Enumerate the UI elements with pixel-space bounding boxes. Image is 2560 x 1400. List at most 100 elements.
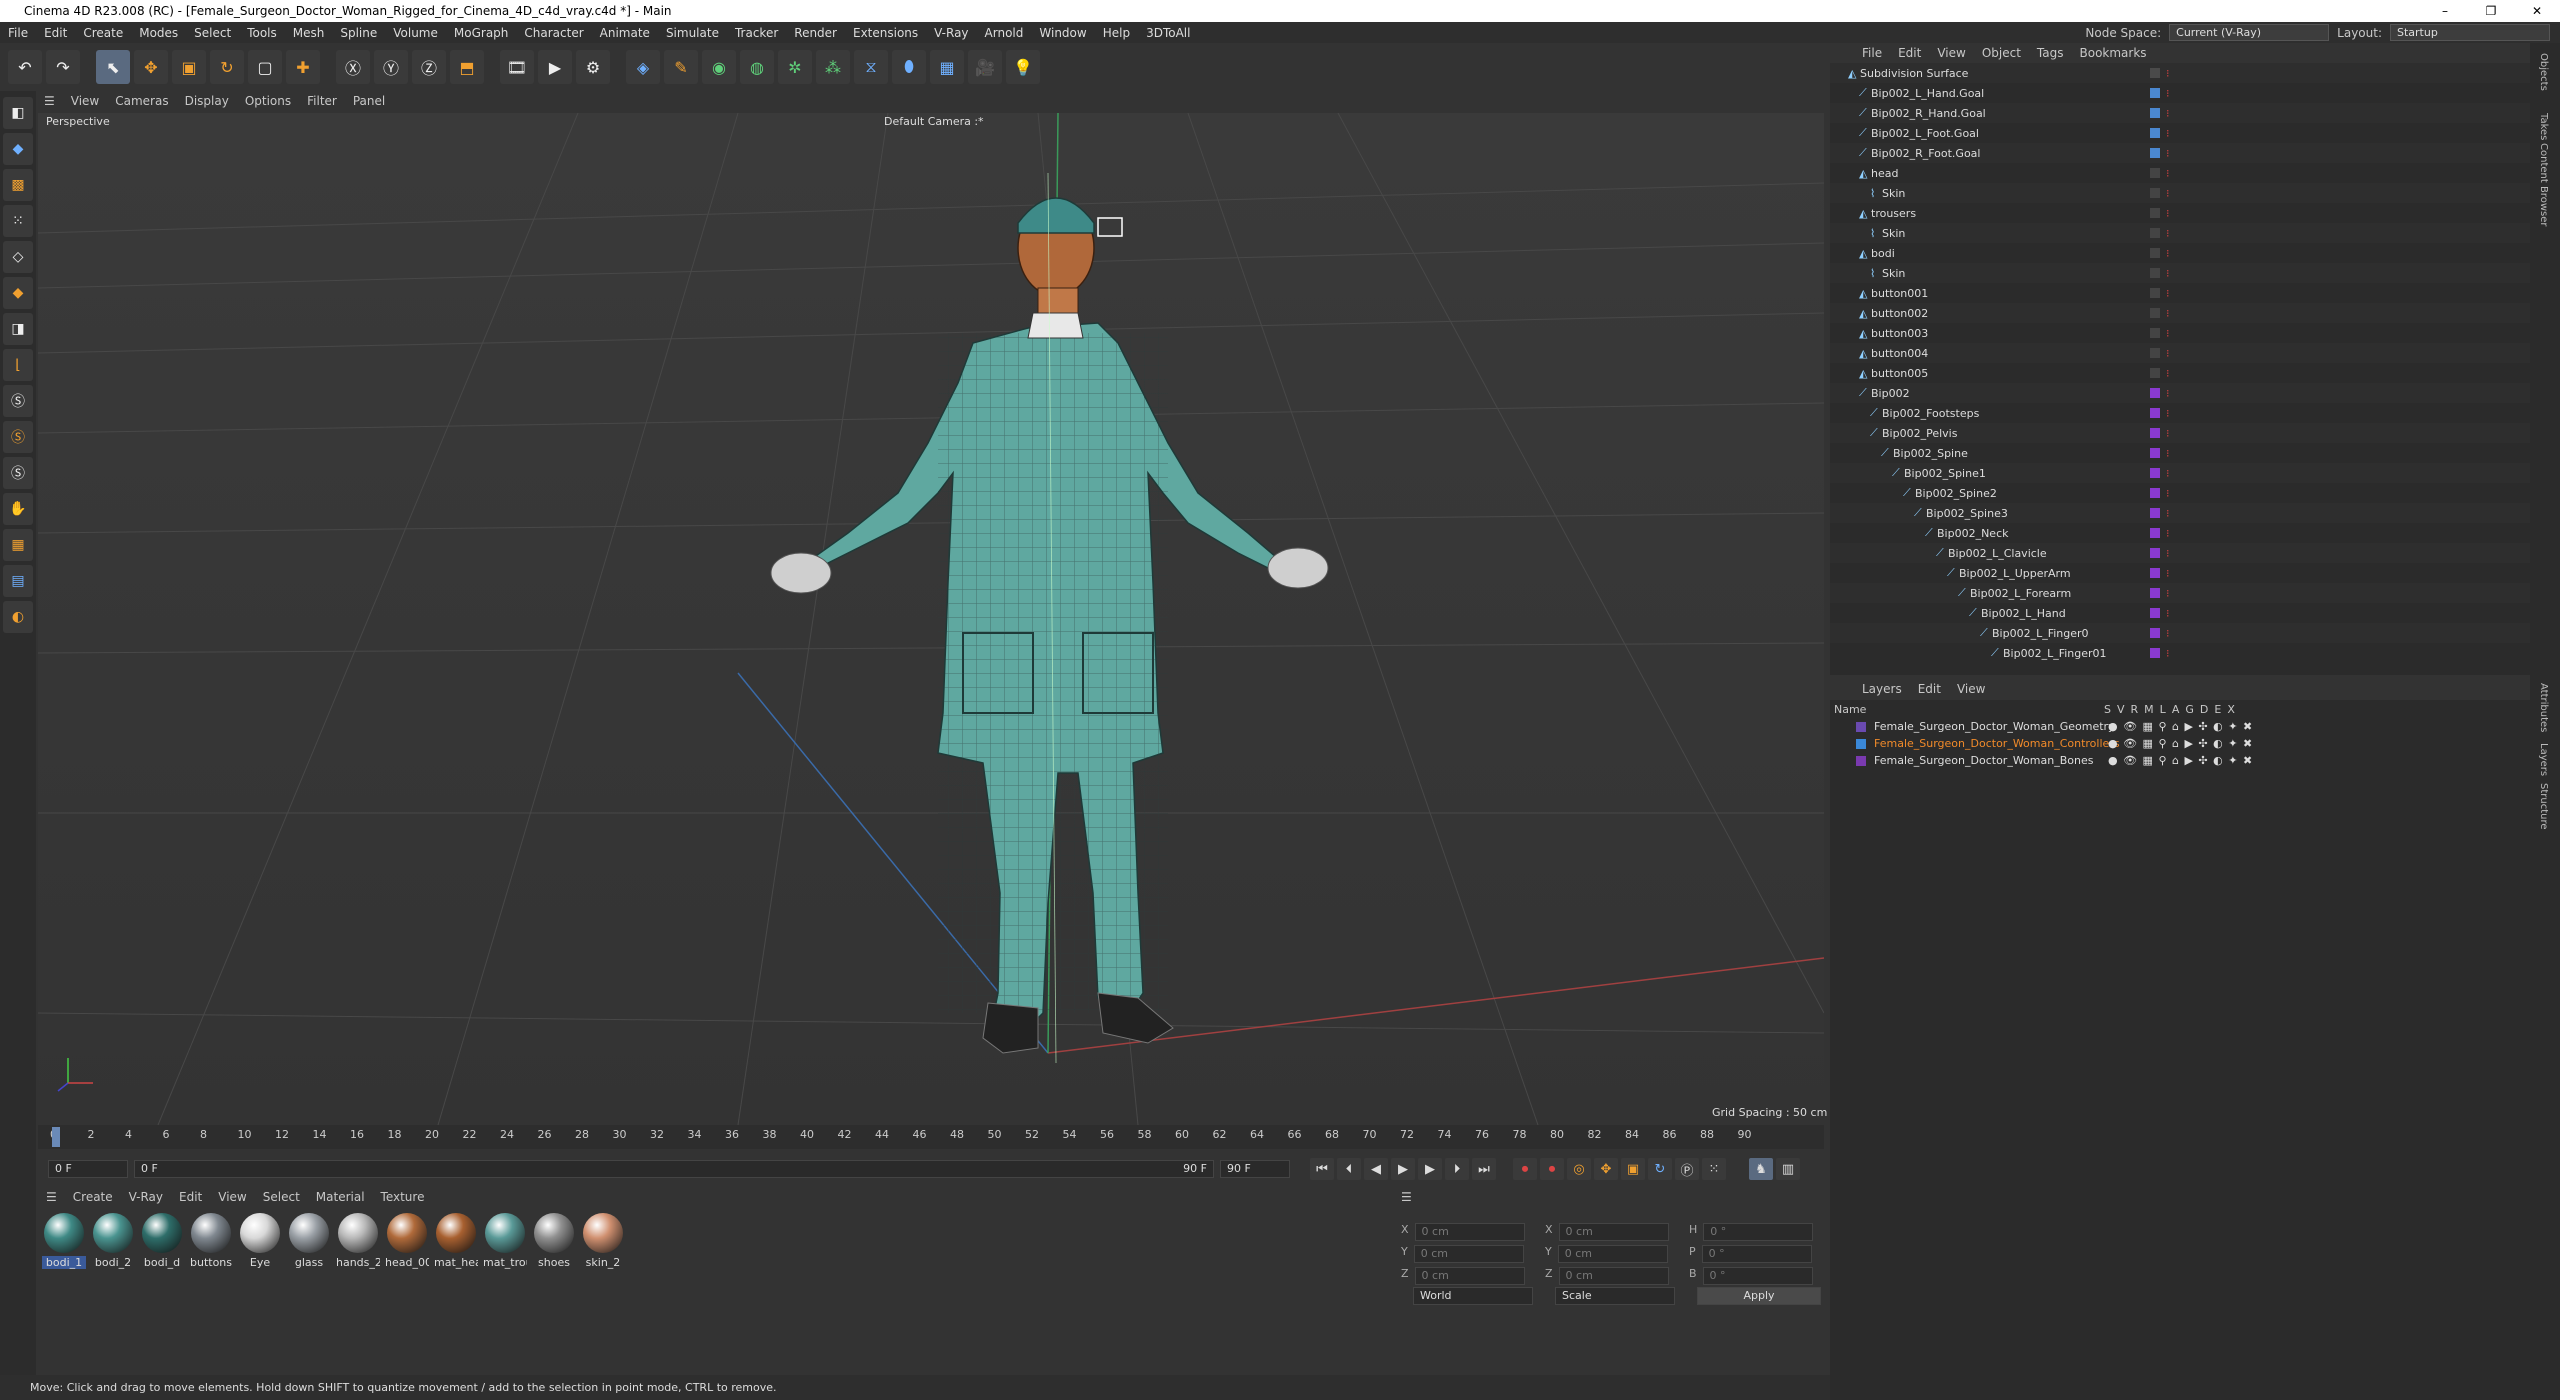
object-menu-tags[interactable]: Tags [2029,46,2072,60]
object-row[interactable]: ⟋ Bip002 ⁝ [1830,383,2530,403]
visibility-dots[interactable]: ⁝ [2166,627,2170,640]
next-frame-icon[interactable]: ▶ [1418,1158,1442,1180]
node-space-dropdown[interactable]: Current (V-Ray) [2169,24,2330,41]
coord-value-field[interactable]: 0 cm [1558,1223,1669,1241]
material-menu-v-ray[interactable]: V-Ray [121,1190,171,1204]
axis-mode-icon[interactable]: ◨ [3,313,33,345]
redo-icon[interactable]: ↷ [46,50,80,84]
xray-icon[interactable]: ◐ [3,601,33,633]
object-row[interactable]: ◭ bodi ⁝ [1830,243,2530,263]
layer-row[interactable]: Female_Surgeon_Doctor_Woman_Bones ● 👁 ▦ ⚲… [1830,752,2530,769]
visibility-dots[interactable]: ⁝ [2166,307,2170,320]
coord-value-field[interactable]: 0 ° [1702,1267,1813,1285]
coord-value-field[interactable]: 0 cm [1557,1245,1668,1263]
material-menu-material[interactable]: Material [308,1190,373,1204]
menu-volume[interactable]: Volume [385,26,446,40]
menu-modes[interactable]: Modes [131,26,186,40]
field-icon[interactable]: ⬮ [892,50,926,84]
snap-icon[interactable]: Ⓢ [3,385,33,417]
menu-create[interactable]: Create [75,26,131,40]
layer-toggle-icons[interactable]: ● 👁 ▦ ⚲ ⌂ ▶ ✣ ◐ ✦ ✖ [2108,720,2253,733]
timeline-window-icon[interactable]: ▥ [1776,1158,1800,1180]
object-row[interactable]: ◭ button004 ⁝ [1830,343,2530,363]
object-row[interactable]: ◭ button003 ⁝ [1830,323,2530,343]
menu-help[interactable]: Help [1095,26,1138,40]
visibility-dots[interactable]: ⁝ [2166,387,2170,400]
visibility-dots[interactable]: ⁝ [2166,507,2170,520]
viewport-menu-icon[interactable]: ☰ [36,94,63,108]
visibility-dots[interactable]: ⁝ [2166,587,2170,600]
coord-value-field[interactable]: 0 cm [1414,1223,1525,1241]
floor-icon[interactable]: ▦ [930,50,964,84]
side-tab-layers[interactable]: Layers [2538,743,2549,776]
layer-toggle-icons[interactable]: ● 👁 ▦ ⚲ ⌂ ▶ ✣ ◐ ✦ ✖ [2108,737,2253,750]
menu-3dtoall[interactable]: 3DToAll [1138,26,1198,40]
material-swatch[interactable]: bodi_2 [91,1213,135,1269]
maximize-button[interactable]: ❐ [2468,0,2514,22]
visibility-dots[interactable]: ⁝ [2166,287,2170,300]
render-settings-icon[interactable]: ⚙ [576,50,610,84]
render-view-icon[interactable]: ▶ [538,50,572,84]
select-tool-icon[interactable]: ⬉ [96,50,130,84]
coord-value-field[interactable]: 0 ° [1703,1223,1814,1241]
cloner-icon[interactable]: ✲ [778,50,812,84]
side-tab-objects[interactable]: Objects [2538,53,2549,91]
menu-window[interactable]: Window [1031,26,1094,40]
side-tab-takes[interactable]: Takes [2538,113,2549,140]
layer-row[interactable]: Female_Surgeon_Doctor_Woman_Controllers ●… [1830,735,2530,752]
object-row[interactable]: ⌇ Skin ⁝ [1830,183,2530,203]
menu-arnold[interactable]: Arnold [977,26,1032,40]
object-row[interactable]: ⟋ Bip002_L_UpperArm ⁝ [1830,563,2530,583]
visibility-dots[interactable]: ⁝ [2166,647,2170,660]
record-icon[interactable]: ⏺ [1513,1158,1537,1180]
timeline-ruler[interactable]: 0246810121416182022242628303234363840424… [38,1125,1824,1149]
object-row[interactable]: ⟋ Bip002_L_Clavicle ⁝ [1830,543,2530,563]
material-menu-texture[interactable]: Texture [373,1190,433,1204]
auto-key-icon[interactable]: ⏺ [1540,1158,1564,1180]
material-swatch[interactable]: head_00 [385,1213,429,1269]
visibility-dots[interactable]: ⁝ [2166,367,2170,380]
goto-start-icon[interactable]: ⏮ [1310,1158,1334,1180]
object-row[interactable]: ⟋ Bip002_L_Foot.Goal ⁝ [1830,123,2530,143]
lock-icon[interactable]: ✋ [3,493,33,525]
rotate-tool-icon[interactable]: ↻ [210,50,244,84]
layer-color-swatch[interactable] [1856,738,1866,749]
prev-frame-icon[interactable]: ◀ [1364,1158,1388,1180]
object-row[interactable]: ◭ button001 ⁝ [1830,283,2530,303]
array-icon[interactable]: ◍ [740,50,774,84]
object-menu-file[interactable]: File [1854,46,1890,60]
make-editable-icon[interactable]: ◧ [3,97,33,129]
render-region-icon[interactable]: 🎞 [500,50,534,84]
material-menu-view[interactable]: View [210,1190,254,1204]
side-tab-content-browser[interactable]: Content Browser [2538,143,2549,226]
material-swatch[interactable]: glass [287,1213,331,1269]
material-swatch[interactable]: buttons [189,1213,233,1269]
motion-system-icon[interactable]: ♞ [1749,1158,1773,1180]
menu-mograph[interactable]: MoGraph [446,26,517,40]
points-mode-icon[interactable]: ⁙ [3,205,33,237]
last-tool-icon[interactable]: ▢ [248,50,282,84]
menu-file[interactable]: File [0,26,36,40]
visibility-dots[interactable]: ⁝ [2166,407,2170,420]
key-pla-icon[interactable]: ⁙ [1702,1158,1726,1180]
coord-value-field[interactable]: 0 cm [1558,1267,1669,1285]
menu-mesh[interactable]: Mesh [285,26,333,40]
material-swatch[interactable]: skin_2 [581,1213,625,1269]
visibility-dots[interactable]: ⁝ [2166,207,2170,220]
object-row[interactable]: ◭ trousers ⁝ [1830,203,2530,223]
object-row[interactable]: ◭ head ⁝ [1830,163,2530,183]
menu-render[interactable]: Render [786,26,845,40]
visibility-dots[interactable]: ⁝ [2166,567,2170,580]
menu-spline[interactable]: Spline [332,26,385,40]
object-row[interactable]: ⟋ Bip002_L_Finger01 ⁝ [1830,643,2530,663]
z-axis-icon[interactable]: Ⓩ [412,50,446,84]
camera-icon[interactable]: 🎥 [968,50,1002,84]
material-swatch[interactable]: bodi_1 [42,1213,86,1269]
layer-toggle-icons[interactable]: ● 👁 ▦ ⚲ ⌂ ▶ ✣ ◐ ✦ ✖ [2108,754,2253,767]
material-swatch[interactable]: hands_2 [336,1213,380,1269]
viewport-3d[interactable] [38,113,1824,1125]
frame-range-slider[interactable]: 0 F 90 F [134,1160,1214,1178]
object-row[interactable]: ⟋ Bip002_L_Hand.Goal ⁝ [1830,83,2530,103]
polygons-mode-icon[interactable]: ◆ [3,277,33,309]
edges-mode-icon[interactable]: ◇ [3,241,33,273]
